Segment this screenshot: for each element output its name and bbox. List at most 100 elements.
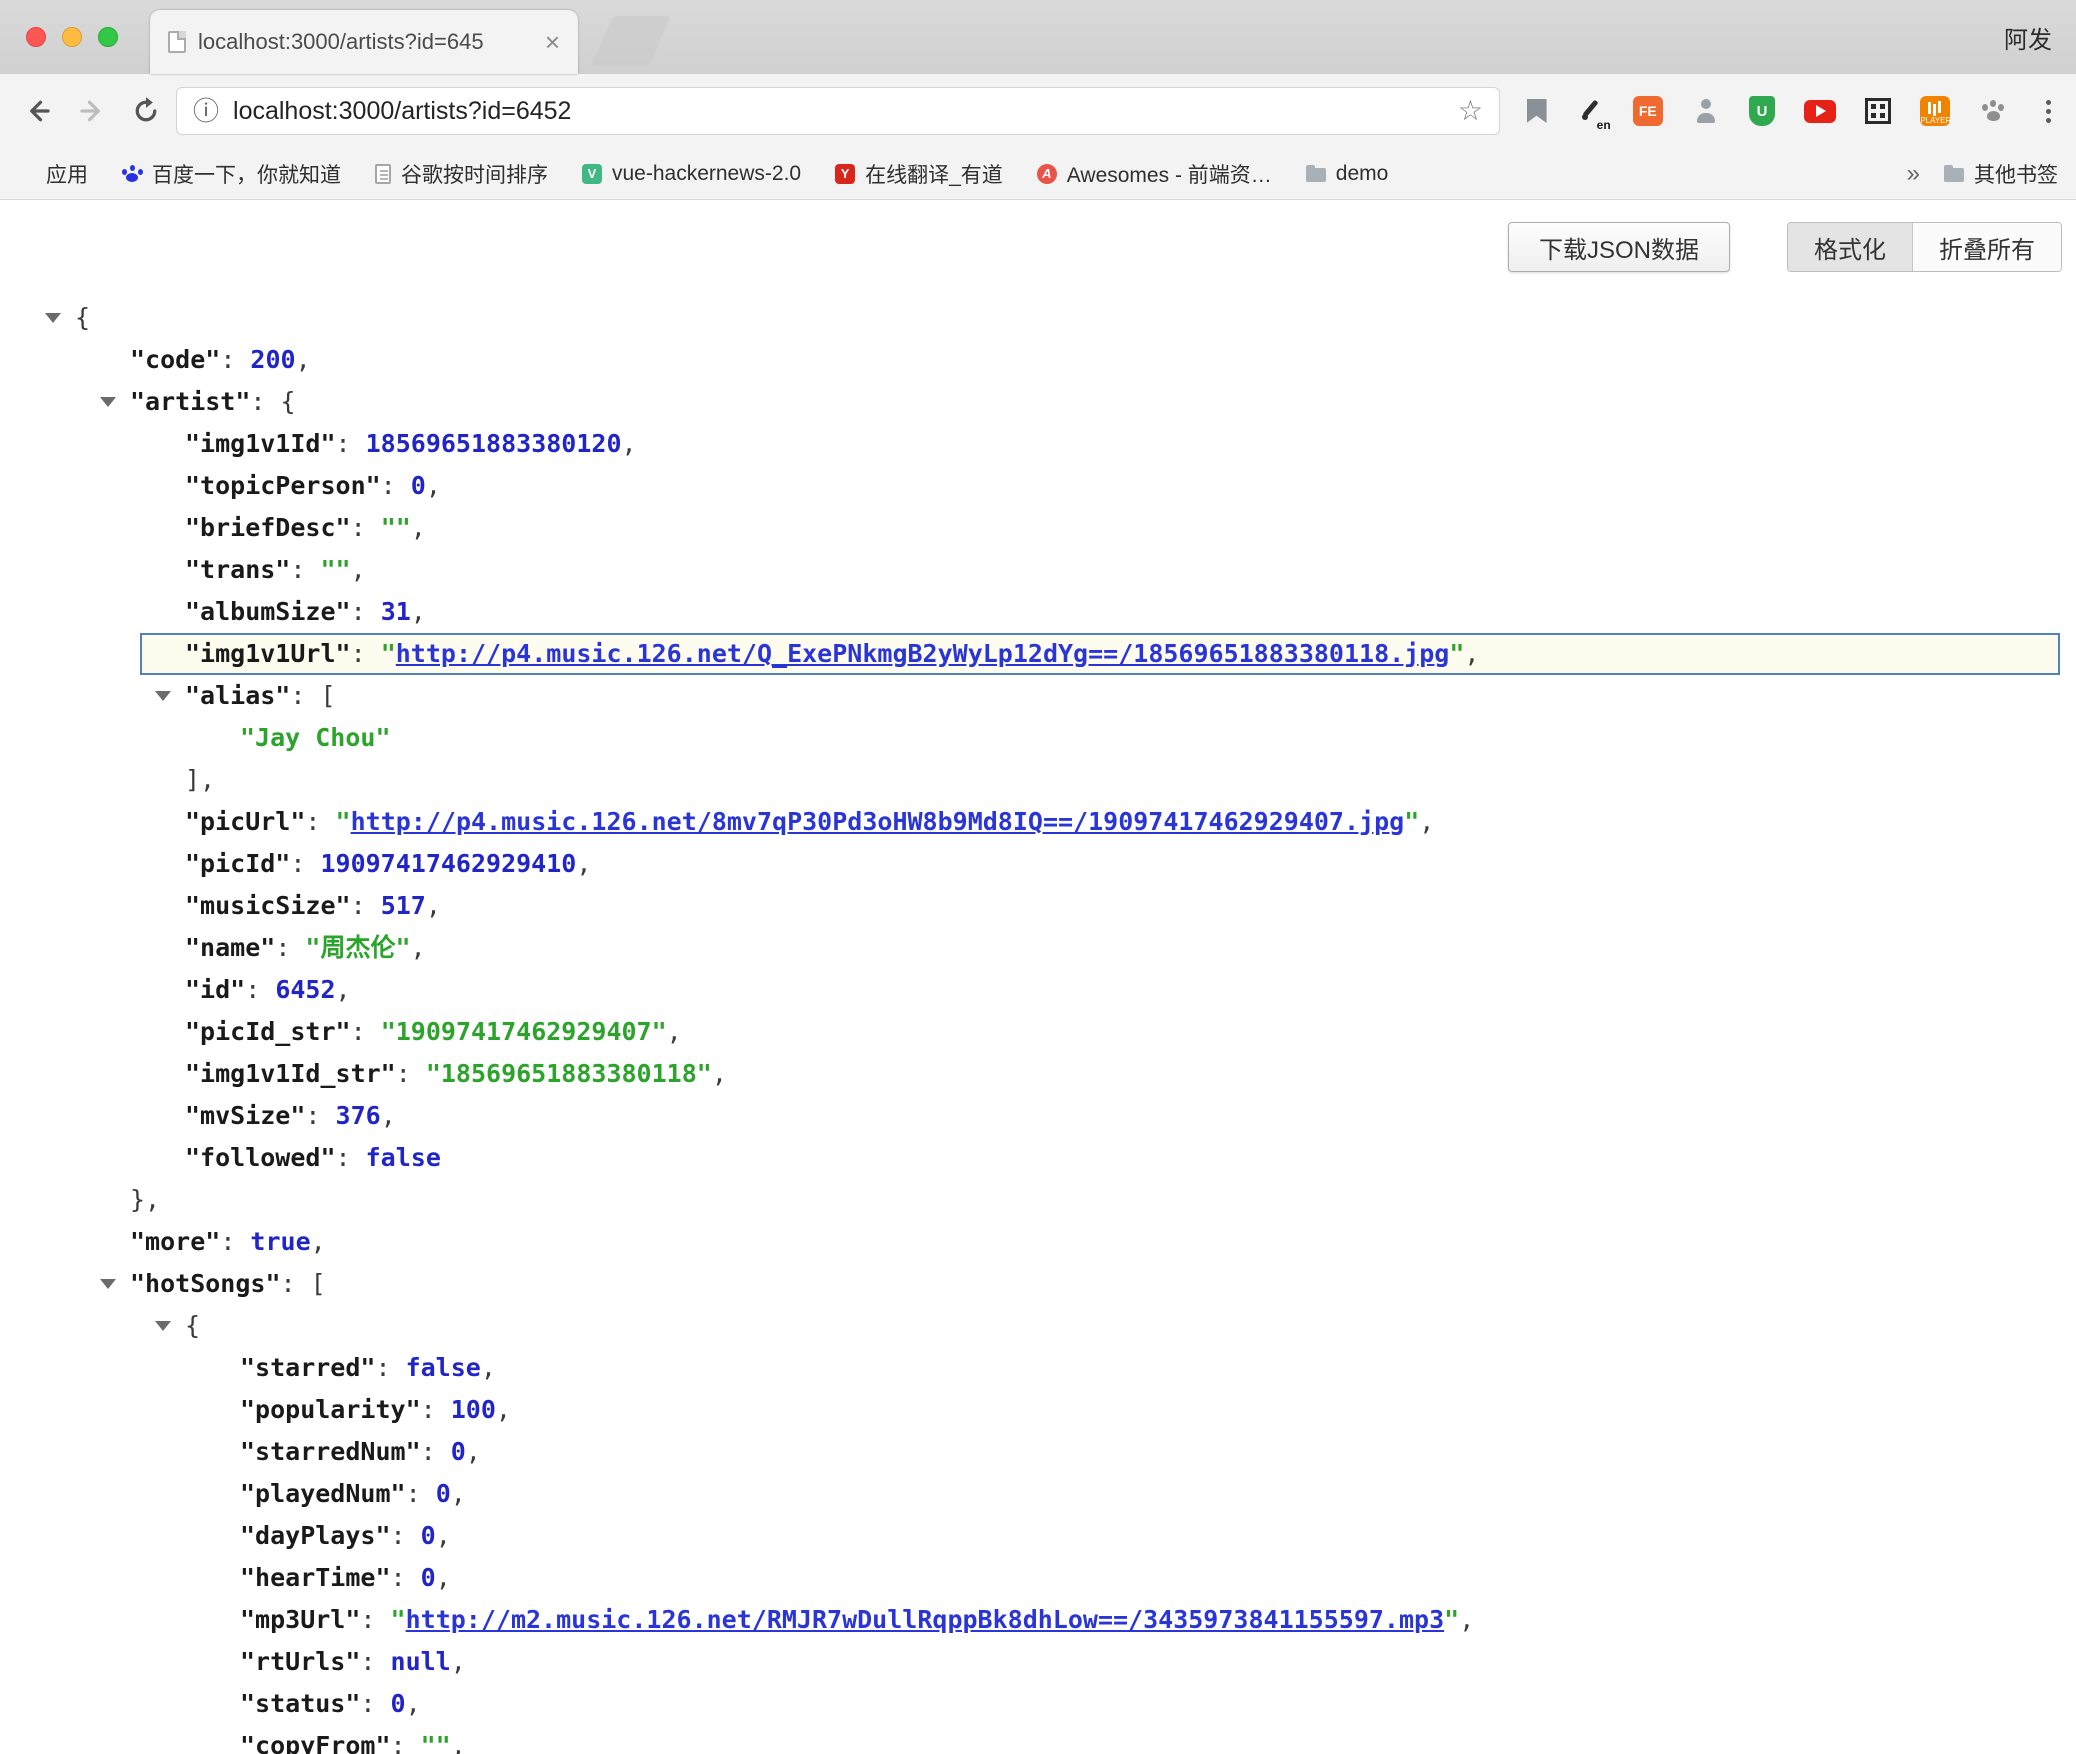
- bookmark-label: Awesomes - 前端资…: [1067, 159, 1272, 189]
- json-token: 0: [421, 1521, 436, 1550]
- json-token: ,: [481, 1353, 496, 1382]
- fullscreen-window-button[interactable]: [98, 27, 118, 47]
- json-token: :: [336, 429, 366, 458]
- json-token: ,: [411, 513, 426, 542]
- paw-extension-icon[interactable]: [1979, 97, 2007, 125]
- tab-strip: localhost:3000/artists?id=645 × 阿发: [0, 0, 2076, 74]
- minimize-window-button[interactable]: [62, 27, 82, 47]
- json-token: "周杰伦": [305, 933, 410, 962]
- page-info-icon[interactable]: ⓘ: [193, 98, 219, 124]
- player-extension-icon[interactable]: PLAYER: [1920, 96, 1950, 126]
- chrome-menu-icon[interactable]: [2034, 91, 2062, 131]
- browser-toolbar: ⓘ localhost:3000/artists?id=6452 ☆ en FE U…: [0, 74, 2076, 148]
- forward-button[interactable]: [68, 87, 116, 135]
- json-line: "briefDesc": "",: [0, 507, 2076, 549]
- download-json-button[interactable]: 下载JSON数据: [1508, 222, 1730, 272]
- bookmark-item[interactable]: Y在线翻译_有道: [835, 159, 1003, 189]
- json-token: "trans": [185, 555, 290, 584]
- json-token: "mp3Url": [240, 1605, 360, 1634]
- json-token: ,: [406, 1689, 421, 1718]
- json-token: :: [305, 807, 335, 836]
- json-token: "picUrl": [185, 807, 305, 836]
- new-tab-button[interactable]: [591, 16, 671, 66]
- url-text: localhost:3000/artists?id=6452: [233, 97, 1444, 126]
- json-token: "img1v1Id": [185, 429, 336, 458]
- translate-extension-icon[interactable]: en: [1576, 97, 1604, 125]
- json-viewer: {"code": 200,"artist": {"img1v1Id": 1856…: [0, 297, 2076, 1754]
- json-token: {: [75, 303, 90, 332]
- collapse-arrow-icon[interactable]: [155, 691, 171, 701]
- json-line: "starred": false,: [0, 1347, 2076, 1389]
- json-url-link[interactable]: http://p4.music.126.net/8mv7qP30Pd3oHW8b…: [351, 807, 1405, 836]
- collapse-arrow-icon[interactable]: [100, 1279, 116, 1289]
- bookmark-item[interactable]: A Awesomes - 前端资…: [1037, 159, 1272, 189]
- json-token: ,: [436, 1521, 451, 1550]
- json-line: "topicPerson": 0,: [0, 465, 2076, 507]
- json-token: : [: [290, 681, 335, 710]
- collapse-arrow-icon[interactable]: [155, 1321, 171, 1331]
- reload-button[interactable]: [122, 87, 170, 135]
- collapse-arrow-icon[interactable]: [45, 313, 61, 323]
- json-token: ,: [436, 1563, 451, 1592]
- tab-close-icon[interactable]: ×: [545, 29, 560, 55]
- json-line: "trans": "",: [0, 549, 2076, 591]
- json-token: :: [360, 1647, 390, 1676]
- other-bookmarks[interactable]: 其他书签: [1944, 159, 2058, 189]
- flag-extension-icon[interactable]: [1527, 99, 1547, 123]
- json-line: "hotSongs": [: [0, 1263, 2076, 1305]
- json-token: "picId_str": [185, 1017, 351, 1046]
- json-line: "img1v1Id_str": "18569651883380118",: [0, 1053, 2076, 1095]
- json-line: "Jay Chou": [0, 717, 2076, 759]
- json-token: :: [391, 1731, 421, 1754]
- bookmark-item[interactable]: Vvue-hackernews-2.0: [582, 162, 801, 186]
- awesomes-icon: A: [1037, 164, 1057, 184]
- bookmarks-right: » 其他书签: [1907, 159, 2058, 189]
- close-window-button[interactable]: [26, 27, 46, 47]
- qr-extension-icon[interactable]: [1865, 98, 1891, 124]
- address-bar[interactable]: ⓘ localhost:3000/artists?id=6452 ☆: [176, 87, 1500, 135]
- json-token: "": [381, 513, 411, 542]
- bookmark-star-icon[interactable]: ☆: [1458, 97, 1483, 125]
- json-token: "code": [130, 345, 220, 374]
- bookmark-label: 百度一下，你就知道: [152, 159, 341, 189]
- browser-window: localhost:3000/artists?id=645 × 阿发 ⓘ loc…: [0, 0, 2076, 1754]
- format-button[interactable]: 格式化: [1788, 223, 1912, 271]
- bookmark-item[interactable]: 应用: [18, 159, 88, 189]
- json-token: ,: [622, 429, 637, 458]
- json-line: "name": "周杰伦",: [0, 927, 2076, 969]
- page-favicon-icon: [168, 31, 186, 53]
- person-extension-icon[interactable]: [1692, 97, 1720, 125]
- json-token: ": [1404, 807, 1419, 836]
- json-token: ,: [712, 1059, 727, 1088]
- json-token: ,: [1464, 639, 1479, 668]
- youtube-extension-icon[interactable]: [1804, 100, 1836, 123]
- shield-extension-icon[interactable]: U: [1749, 96, 1775, 126]
- bookmark-item[interactable]: 百度一下，你就知道: [122, 159, 341, 189]
- browser-tab[interactable]: localhost:3000/artists?id=645 ×: [150, 10, 578, 74]
- json-token: :: [351, 597, 381, 626]
- bookmark-item[interactable]: demo: [1306, 162, 1389, 186]
- json-token: "mvSize": [185, 1101, 305, 1130]
- json-line: "hearTime": 0,: [0, 1557, 2076, 1599]
- collapse-arrow-icon[interactable]: [100, 397, 116, 407]
- bookmarks-overflow-icon[interactable]: »: [1907, 160, 1920, 188]
- json-url-link[interactable]: http://m2.music.126.net/RMJR7wDullRqppBk…: [406, 1605, 1445, 1634]
- json-token: 0: [421, 1563, 436, 1592]
- json-line: "img1v1Id": 18569651883380120,: [0, 423, 2076, 465]
- bookmark-item[interactable]: 谷歌按时间排序: [375, 159, 548, 189]
- fe-extension-icon[interactable]: FE: [1633, 96, 1663, 126]
- json-token: "hearTime": [240, 1563, 391, 1592]
- json-token: "dayPlays": [240, 1521, 391, 1550]
- json-token: :: [375, 1353, 405, 1382]
- bookmark-label: 在线翻译_有道: [865, 159, 1003, 189]
- back-button[interactable]: [14, 87, 62, 135]
- json-token: :: [220, 1227, 250, 1256]
- json-token: ,: [426, 891, 441, 920]
- extensions-area: en FE U PLAYER: [1506, 96, 2028, 126]
- json-line: "dayPlays": 0,: [0, 1515, 2076, 1557]
- collapse-all-button[interactable]: 折叠所有: [1912, 223, 2061, 271]
- json-line: "artist": {: [0, 381, 2076, 423]
- json-url-link[interactable]: http://p4.music.126.net/Q_ExePNkmgB2yWyL…: [396, 639, 1450, 668]
- json-token: "id": [185, 975, 245, 1004]
- json-token: ,: [296, 345, 311, 374]
